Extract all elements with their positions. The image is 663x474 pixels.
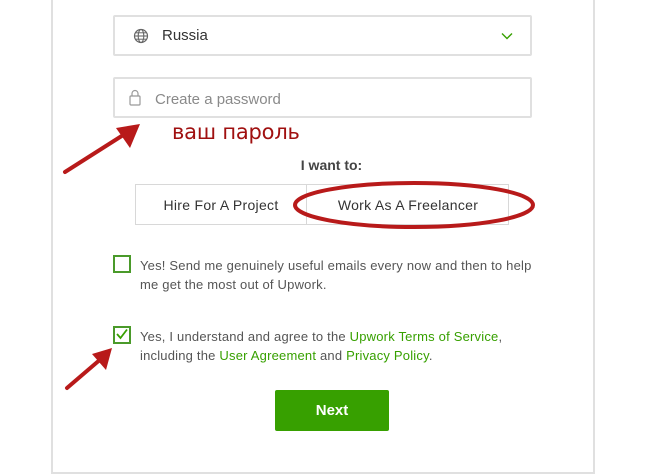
hire-for-project-option[interactable]: Hire For A Project (136, 185, 307, 224)
lock-icon (129, 89, 141, 106)
terms-text-mid2: and (316, 348, 347, 363)
annotation-arrow-icon (65, 348, 112, 390)
globe-icon (133, 28, 149, 44)
check-mark-icon (116, 328, 128, 340)
password-field[interactable] (113, 77, 532, 118)
emails-checkbox-label: Yes! Send me genuinely useful emails eve… (140, 258, 532, 292)
terms-text-pre: Yes, I understand and agree to the (140, 329, 350, 344)
password-input[interactable] (153, 85, 517, 113)
next-button[interactable]: Next (275, 390, 389, 431)
terms-text-end: . (428, 348, 433, 363)
terms-of-service-link[interactable]: Upwork Terms of Service (350, 329, 499, 344)
emails-checkbox[interactable] (113, 255, 131, 273)
terms-checkbox-label: Yes, I understand and agree to the Upwor… (140, 327, 540, 365)
want-label: I want to: (300, 157, 363, 173)
country-value: Russia (162, 27, 208, 44)
annotation-ellipse (293, 181, 535, 229)
terms-checkbox[interactable] (113, 326, 131, 344)
user-agreement-link[interactable]: User Agreement (219, 348, 316, 363)
chevron-down-icon (501, 33, 513, 40)
country-select[interactable]: Russia (113, 15, 532, 56)
privacy-policy-link[interactable]: Privacy Policy (346, 348, 429, 363)
annotation-text: ваш пароль (172, 120, 300, 144)
